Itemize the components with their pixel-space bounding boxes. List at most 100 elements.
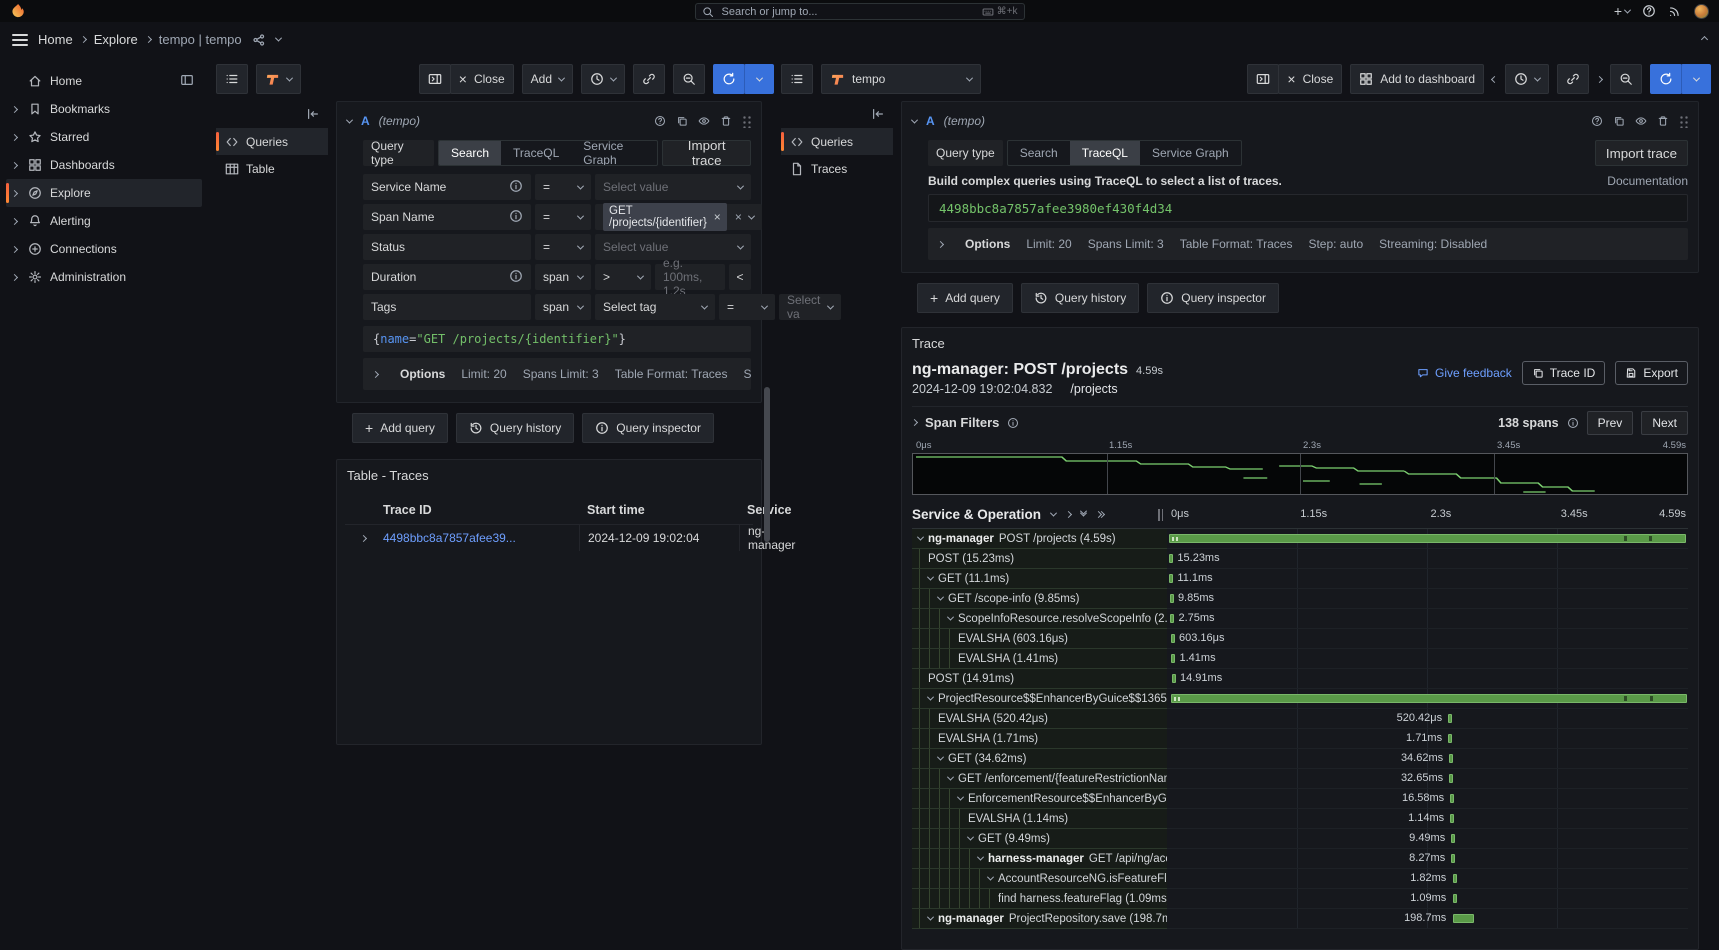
news-icon[interactable] [1668,4,1682,18]
tab-service-graph[interactable]: Service Graph [1140,141,1241,165]
new-menu-button[interactable]: + [1614,3,1630,19]
content-outline-item-queries[interactable]: Queries [216,128,328,155]
import-trace-button-left[interactable]: Import trace [662,140,751,166]
add-query-button[interactable]: +Add query [352,413,448,443]
expand-span-filters-icon[interactable] [911,419,918,426]
span-tree-cell[interactable]: find harness.featureFlag (1.09ms) [912,889,1167,909]
query-options-right[interactable]: Options Limit: 20Spans Limit: 3Table For… [928,228,1688,260]
span-name-operator-select[interactable]: = [535,204,591,230]
search-input[interactable] [720,5,976,19]
span-tree-cell[interactable]: ng-managerProjectRepository.save (198.7m… [912,909,1167,929]
move-pane-icon-button[interactable] [419,64,451,94]
trace-minimap[interactable]: 0μs1.15s2.3s3.45s4.59s [912,440,1688,495]
duplicate-query-icon[interactable] [1613,115,1625,127]
dock-menu-icon[interactable] [180,73,194,90]
clear-icon[interactable]: × [735,210,742,224]
content-outline-item-traces[interactable]: Traces [781,155,893,182]
collapse-all-icon[interactable] [1081,513,1086,517]
status-operator-select[interactable]: = [535,234,591,260]
span-tree-cell[interactable]: harness-managerGET /api/ng/account... [912,849,1167,869]
drag-query-handle-icon[interactable] [742,115,751,128]
drag-query-handle-icon[interactable] [1679,115,1688,128]
span-tree-cell[interactable]: EVALSHA (1.14ms) [912,809,1167,829]
zoom-out-button-left[interactable] [673,64,705,94]
time-picker-button-right[interactable] [1505,64,1549,94]
time-back-icon[interactable] [1491,75,1498,82]
span-timeline-cell[interactable]: 9.49ms [1167,829,1688,849]
collapse-span-icon[interactable] [957,794,964,801]
duplicate-query-icon[interactable] [676,115,688,127]
run-query-button-left[interactable] [713,64,745,94]
remove-chip-icon[interactable]: × [714,211,721,223]
time-forward-icon[interactable] [1596,75,1603,82]
span-timeline-cell[interactable]: 14.91ms [1167,669,1688,689]
span-timeline-cell[interactable]: 9.85ms [1167,589,1688,609]
span-timeline-cell[interactable]: 16.58ms [1167,789,1688,809]
query-options-left[interactable]: Options Limit: 20Spans Limit: 3Table For… [363,358,751,390]
span-tree-cell[interactable]: ng-managerPOST /projects (4.59s) [912,529,1167,549]
query-history-button[interactable]: Query history [1021,283,1139,313]
span-timeline-cell[interactable]: 34.62ms [1167,749,1688,769]
disable-query-icon[interactable] [1635,115,1647,127]
span-timeline-cell[interactable]: 11.1ms [1167,569,1688,589]
span-bar[interactable] [1170,594,1174,603]
duration-operator-select[interactable]: > [595,264,651,290]
span-timeline-cell[interactable]: 8.27ms [1167,849,1688,869]
collapse-one-icon[interactable] [1050,510,1057,517]
span-bar[interactable] [1169,534,1687,543]
content-outline-item-queries[interactable]: Queries [781,128,893,155]
span-tree-cell[interactable]: GET /enforcement/{featureRestrictionName… [912,769,1167,789]
prev-span-button[interactable]: Prev [1587,411,1634,435]
span-bar[interactable] [1450,814,1454,823]
span-tree-cell[interactable]: ScopeInfoResource.resolveScopeInfo (2.75… [912,609,1167,629]
span-timeline-cell[interactable] [1167,529,1688,549]
sidebar-item-home[interactable]: Home [6,67,202,95]
time-picker-button-left[interactable] [581,64,625,94]
add-button[interactable]: Add [522,64,573,94]
tab-service-graph[interactable]: Service Graph [571,141,657,165]
import-trace-button-right[interactable]: Import trace [1595,140,1688,166]
help-icon[interactable] [1642,4,1656,18]
query-inspector-button[interactable]: Query inspector [1147,283,1279,313]
sidebar-item-connections[interactable]: Connections [6,235,202,263]
tab-traceql[interactable]: TraceQL [1070,141,1140,165]
span-bar[interactable] [1172,674,1176,683]
span-timeline-cell[interactable]: 15.23ms [1167,549,1688,569]
collapse-span-icon[interactable] [927,574,934,581]
span-tree-cell[interactable]: POST (14.91ms) [912,669,1167,689]
export-button[interactable]: Export [1615,361,1688,385]
traceql-query-input[interactable]: 4498bbc8a7857afee3980ef430f4d34 [928,194,1688,222]
span-bar[interactable] [1449,774,1453,783]
close-split-button-left[interactable]: ×Close [450,64,514,94]
expand-one-icon[interactable] [1065,511,1072,518]
span-tree-cell[interactable]: EVALSHA (1.71ms) [912,729,1167,749]
span-bar[interactable] [1171,694,1687,703]
share-caret-icon[interactable] [275,35,282,42]
span-tree-cell[interactable]: GET (9.49ms) [912,829,1167,849]
span-bar[interactable] [1451,834,1455,843]
span-tree-cell[interactable]: ProjectResource$$EnhancerByGuice$$136533… [912,689,1167,709]
span-bar[interactable] [1169,574,1173,583]
span-name-value-select[interactable]: GET /projects/{identifier}×× [595,204,762,230]
span-tree-cell[interactable]: EVALSHA (603.16μs) [912,629,1167,649]
span-timeline-cell[interactable]: 32.65ms [1167,769,1688,789]
span-bar[interactable] [1169,554,1173,563]
duration-input[interactable]: e.g. 100ms, 1.2s [655,264,725,290]
datasource-picker-right[interactable]: tempo [821,64,981,94]
span-tree-cell[interactable]: EnforcementResource$$EnhancerByGuice$$..… [912,789,1167,809]
span-bar[interactable] [1171,654,1175,663]
give-feedback-link[interactable]: Give feedback [1417,366,1512,380]
permalink-button-left[interactable] [633,64,665,94]
span-timeline-cell[interactable]: 1.71ms [1167,729,1688,749]
run-query-interval-button-left[interactable] [744,64,774,94]
span-tree-cell[interactable]: GET (11.1ms) [912,569,1167,589]
selected-value-chip[interactable]: GET /projects/{identifier}× [603,203,727,231]
tab-search[interactable]: Search [439,141,501,165]
collapse-span-icon[interactable] [987,874,994,881]
span-filters-label[interactable]: Span Filters [925,415,999,430]
span-tree-cell[interactable]: EVALSHA (1.41ms) [912,649,1167,669]
collapse-span-icon[interactable] [937,754,944,761]
span-bar[interactable] [1170,614,1174,623]
breadcrumb-home[interactable]: Home [38,32,73,47]
run-query-interval-button-right[interactable] [1681,64,1711,94]
